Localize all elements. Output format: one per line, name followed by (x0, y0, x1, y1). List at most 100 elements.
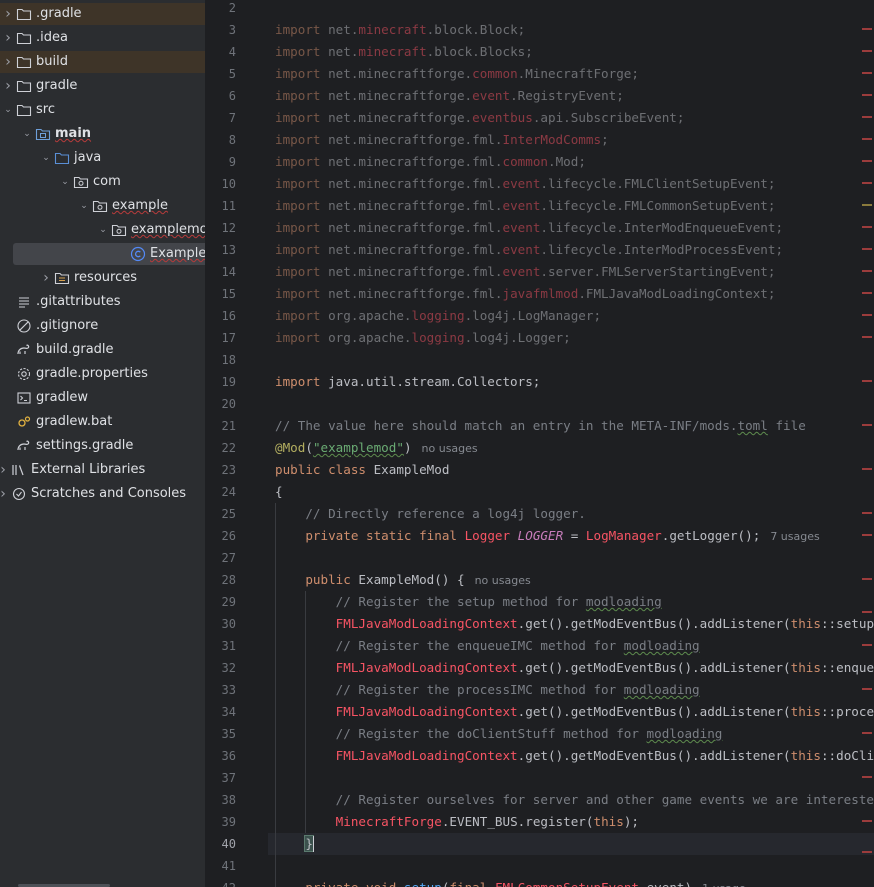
chevron-right-icon[interactable]: › (0, 459, 9, 481)
code-line-40[interactable]: } (275, 833, 314, 855)
code-line-3[interactable]: import net.minecraft.block.Block; (275, 19, 525, 41)
warning-marker[interactable] (862, 203, 872, 206)
code-line-9[interactable]: import net.minecraftforge.fml.common.Mod… (275, 151, 586, 173)
tree-item-gitattributes[interactable]: .gitattributes (0, 291, 205, 313)
code-line-21[interactable]: // The value here should match an entry … (275, 415, 806, 437)
code-line-12[interactable]: import net.minecraftforge.fml.event.life… (275, 217, 783, 239)
code-line-35[interactable]: // Register the doClientStuff method for… (275, 723, 723, 745)
error-marker[interactable] (862, 335, 872, 338)
error-marker[interactable] (862, 137, 872, 140)
error-marker[interactable] (862, 731, 872, 734)
error-marker[interactable] (862, 291, 872, 294)
error-marker[interactable] (862, 850, 872, 853)
chevron-right-icon[interactable]: › (2, 51, 14, 73)
error-marker[interactable] (862, 819, 872, 822)
error-marker[interactable] (862, 687, 872, 690)
error-marker[interactable] (862, 467, 872, 470)
chevron-right-icon[interactable]: › (2, 3, 14, 25)
line-number[interactable]: 10 (206, 173, 236, 195)
code-line-38[interactable]: // Register ourselves for server and oth… (275, 789, 874, 811)
error-marker[interactable] (862, 313, 872, 316)
line-number[interactable]: 15 (206, 283, 236, 305)
code-line-16[interactable]: import org.apache.logging.log4j.LogManag… (275, 305, 601, 327)
error-marker[interactable] (862, 423, 872, 426)
line-number[interactable]: 17 (206, 327, 236, 349)
code-line-39[interactable]: MinecraftForge.EVENT_BUS.register(this); (275, 811, 639, 833)
code-line-36[interactable]: FMLJavaModLoadingContext.get().getModEve… (275, 745, 874, 767)
line-number[interactable]: 41 (206, 855, 236, 877)
line-number[interactable]: 14 (206, 261, 236, 283)
chevron-down-icon[interactable]: ⌄ (59, 171, 71, 193)
error-marker[interactable] (862, 269, 872, 272)
code-line-13[interactable]: import net.minecraftforge.fml.event.life… (275, 239, 783, 261)
line-number[interactable]: 18 (206, 349, 236, 371)
error-marker[interactable] (862, 159, 872, 162)
chevron-down-icon[interactable]: ⌄ (2, 99, 14, 121)
project-tree[interactable]: › .gradle › .idea › build › gradle ⌄ src ⌄ main ⌄ jav… (0, 0, 205, 887)
tree-item-example[interactable]: ⌄ example (0, 195, 205, 217)
tree-item-gradlew[interactable]: gradlew (0, 387, 205, 409)
line-number[interactable]: 11 (206, 195, 236, 217)
tree-item-build-gradle[interactable]: build.gradle (0, 339, 205, 361)
tree-item-examplemod[interactable]: ⌄ examplemod (0, 219, 205, 241)
code-line-22[interactable]: @Mod("examplemod") no usages (275, 437, 478, 459)
code-line-23[interactable]: public class ExampleMod (275, 459, 449, 481)
line-number[interactable]: 22 (206, 437, 236, 459)
line-number[interactable]: 31 (206, 635, 236, 657)
code-line-25[interactable]: // Directly reference a log4j logger. (275, 503, 586, 525)
error-marker[interactable] (862, 379, 872, 382)
line-number[interactable]: 6 (206, 85, 236, 107)
line-number[interactable]: 9 (206, 151, 236, 173)
code-line-5[interactable]: import net.minecraftforge.common.Minecra… (275, 63, 639, 85)
line-number[interactable]: 42 (206, 877, 236, 887)
line-number[interactable]: 23 (206, 459, 236, 481)
code-line-32[interactable]: FMLJavaModLoadingContext.get().getModEve… (275, 657, 874, 679)
line-number[interactable]: 21 (206, 415, 236, 437)
line-number[interactable]: 24 (206, 481, 236, 503)
chevron-down-icon[interactable]: ⌄ (21, 123, 33, 145)
tree-item-com[interactable]: ⌄ com (0, 171, 205, 193)
line-number[interactable]: 36 (206, 745, 236, 767)
line-number[interactable]: 19 (206, 371, 236, 393)
error-marker[interactable] (862, 181, 872, 184)
usage-hint[interactable]: 7 usages (770, 530, 819, 543)
line-number[interactable]: 35 (206, 723, 236, 745)
line-number[interactable]: 39 (206, 811, 236, 833)
chevron-right-icon[interactable]: › (0, 483, 9, 505)
line-number[interactable]: 2 (206, 0, 236, 19)
code-line-33[interactable]: // Register the processIMC method for mo… (275, 679, 700, 701)
usage-hint[interactable]: no usages (475, 574, 531, 587)
code-line-8[interactable]: import net.minecraftforge.fml.InterModCo… (275, 129, 609, 151)
tree-item-idea[interactable]: › .idea (0, 27, 205, 49)
line-number[interactable]: 3 (206, 19, 236, 41)
line-number[interactable]: 16 (206, 305, 236, 327)
error-marker[interactable] (862, 775, 872, 778)
tree-item-build[interactable]: › build (0, 51, 205, 73)
tree-item-gradle[interactable]: › gradle (0, 75, 205, 97)
chevron-down-icon[interactable]: ⌄ (97, 219, 109, 241)
tree-item-gradle-properties[interactable]: gradle.properties (0, 363, 205, 385)
tree-item-gradle[interactable]: › .gradle (0, 3, 205, 25)
code-editor[interactable]: 2 3 4 5 6 7 8 9 10 11 12 13 14 15 16 17 18 19 20 21 22 23 24 25… (206, 0, 874, 887)
error-marker[interactable] (862, 225, 872, 228)
tree-item-scratches-and-consoles[interactable]: › Scratches and Consoles (0, 483, 205, 505)
error-marker[interactable] (862, 577, 872, 580)
tree-item-src[interactable]: ⌄ src (0, 99, 205, 121)
line-number[interactable]: 20 (206, 393, 236, 415)
line-number[interactable]: 7 (206, 107, 236, 129)
error-marker[interactable] (862, 115, 872, 118)
line-number[interactable]: 29 (206, 591, 236, 613)
error-marker[interactable] (862, 71, 872, 74)
usage-hint[interactable]: 1 usage (702, 882, 746, 887)
line-number[interactable]: 32 (206, 657, 236, 679)
error-marker[interactable] (862, 643, 872, 646)
code-line-30[interactable]: FMLJavaModLoadingContext.get().getModEve… (275, 613, 874, 635)
usage-hint[interactable]: no usages (422, 442, 478, 455)
line-number-gutter[interactable]: 2 3 4 5 6 7 8 9 10 11 12 13 14 15 16 17 18 19 20 21 22 23 24 25… (206, 0, 268, 887)
chevron-right-icon[interactable]: › (40, 267, 52, 289)
code-line-15[interactable]: import net.minecraftforge.fml.javafmlmod… (275, 283, 775, 305)
line-number[interactable]: 37 (206, 767, 236, 789)
line-number[interactable]: 40 (206, 833, 236, 855)
code-line-4[interactable]: import net.minecraft.block.Blocks; (275, 41, 533, 63)
tree-item-java[interactable]: ⌄ java (0, 147, 205, 169)
